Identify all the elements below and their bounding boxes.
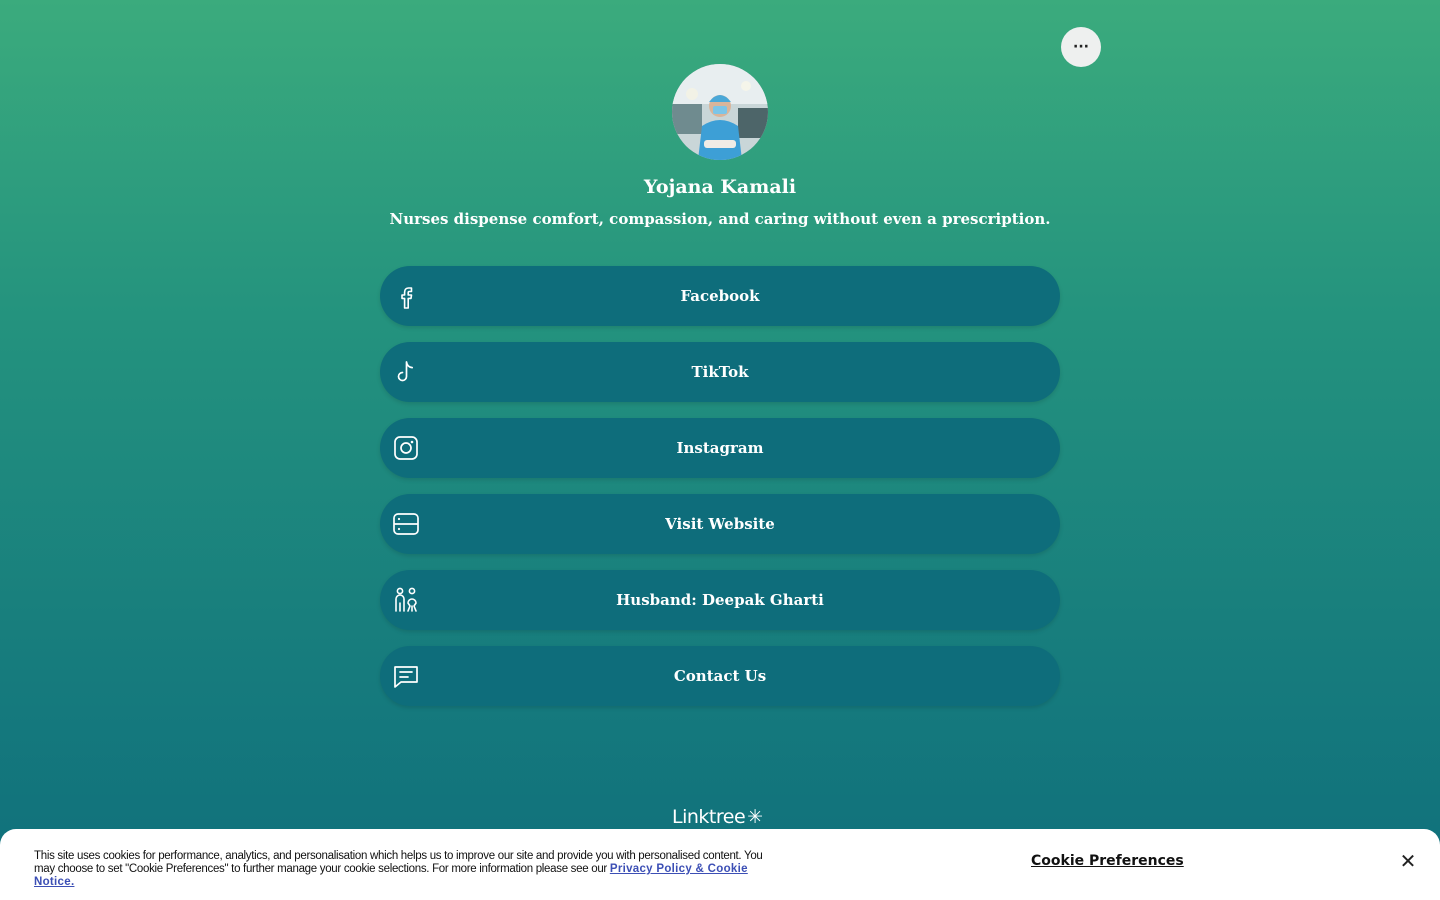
- link-button-contact[interactable]: Contact Us: [380, 646, 1060, 706]
- link-label: TikTok: [691, 363, 749, 381]
- link-button-facebook[interactable]: Facebook: [380, 266, 1060, 326]
- cookie-banner: This site uses cookies for performance, …: [0, 829, 1440, 900]
- link-button-tiktok[interactable]: TikTok: [380, 342, 1060, 402]
- instagram-icon: [394, 436, 418, 460]
- linktree-logo-mark-icon: ✳: [747, 806, 763, 828]
- link-label: Contact Us: [673, 667, 767, 685]
- more-options-button[interactable]: ···: [1061, 27, 1101, 67]
- tiktok-icon: [397, 361, 414, 382]
- link-label: Visit Website: [665, 515, 775, 533]
- link-label: Husband: Deepak Gharti: [616, 591, 824, 609]
- linktree-logo-text: Linktree: [672, 806, 746, 828]
- link-list: Facebook TikTok Instagram Visit Website: [380, 266, 1060, 722]
- link-label: Facebook: [680, 287, 760, 305]
- more-options-label: ···: [1073, 39, 1089, 55]
- profile-name: Yojana Kamali: [643, 176, 797, 198]
- cookie-preferences-button[interactable]: Cookie Preferences: [1031, 853, 1184, 869]
- avatar: [672, 64, 768, 160]
- close-icon[interactable]: ✕: [1398, 851, 1418, 871]
- link-button-instagram[interactable]: Instagram: [380, 418, 1060, 478]
- cookie-banner-text: This site uses cookies for performance, …: [34, 850, 784, 889]
- linktree-logo[interactable]: Linktree ✳: [672, 806, 763, 828]
- link-button-husband[interactable]: Husband: Deepak Gharti: [380, 570, 1060, 630]
- profile-bio: Nurses dispense comfort, compassion, and…: [389, 210, 1051, 228]
- avatar-photo: [672, 64, 768, 160]
- link-button-website[interactable]: Visit Website: [380, 494, 1060, 554]
- couple-icon: [395, 587, 417, 612]
- website-icon: [393, 513, 419, 535]
- facebook-icon: [401, 287, 413, 309]
- link-label: Instagram: [676, 439, 764, 457]
- chat-icon: [394, 666, 418, 688]
